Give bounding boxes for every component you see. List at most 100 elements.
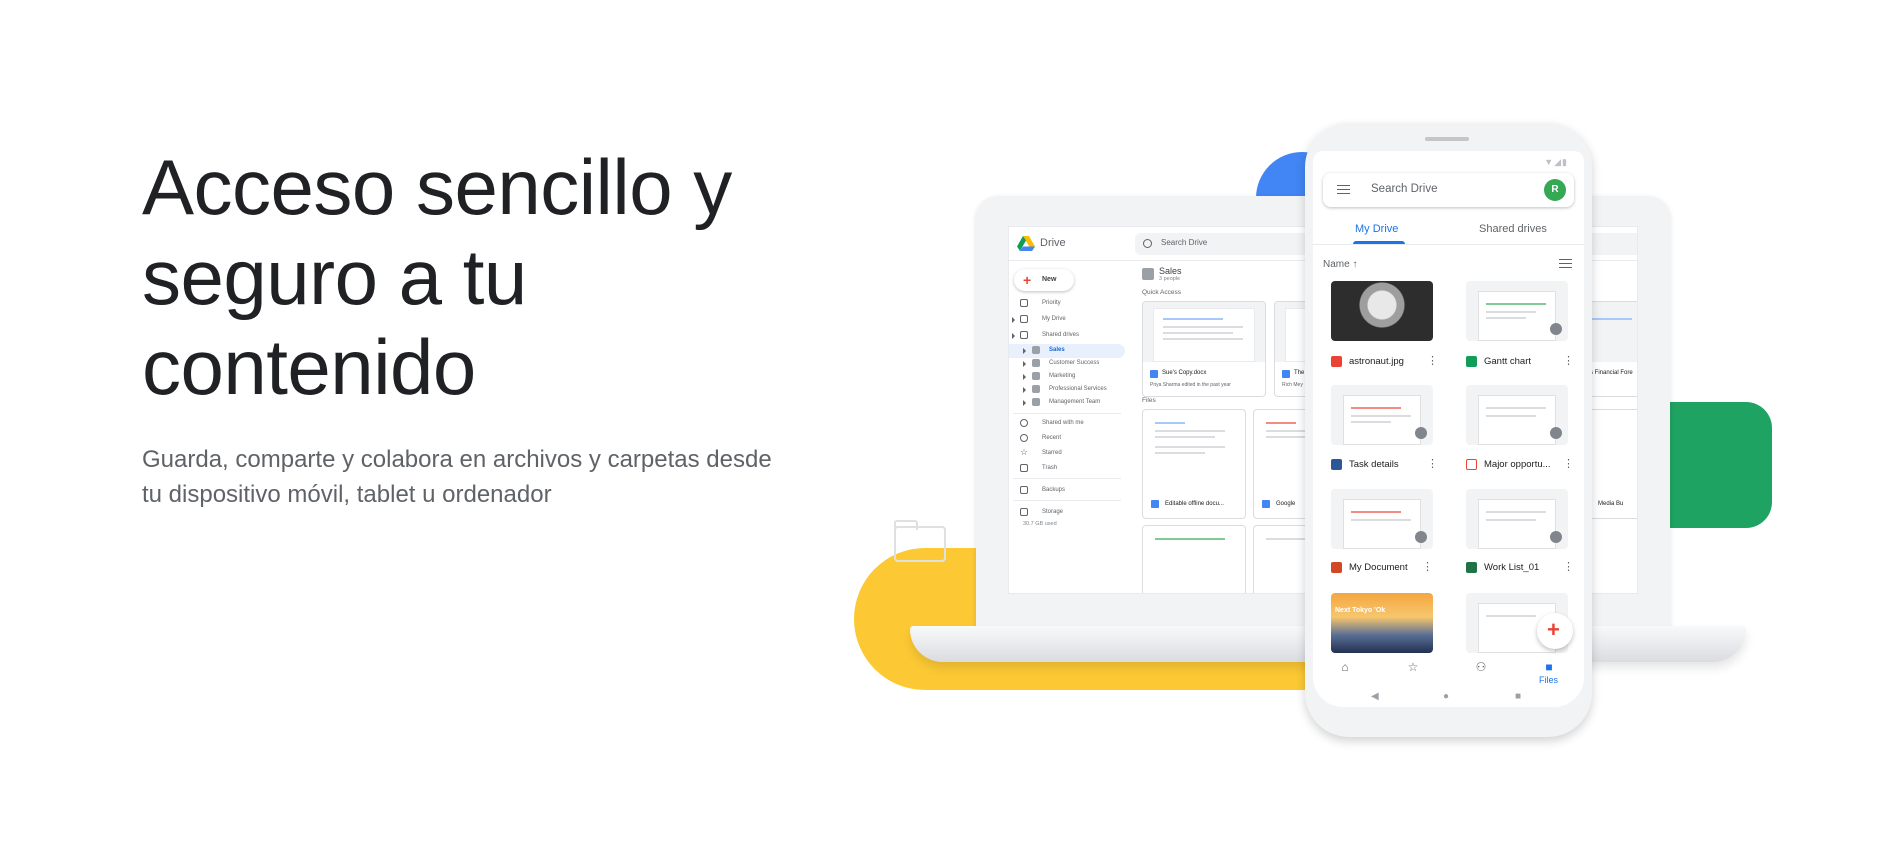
phone-screen: ▼◢▮ Search Drive R My Drive Shared drive… (1313, 151, 1584, 707)
home-icon[interactable]: ⌂ (1335, 660, 1355, 674)
nav-files-label[interactable]: Files (1539, 675, 1558, 685)
nav-label: Sales (1049, 347, 1065, 353)
nav-label: Storage (1042, 509, 1064, 515)
plus-icon: + (1547, 617, 1560, 642)
tab-divider (1313, 244, 1584, 245)
sort-by-name[interactable]: Name ↑ (1323, 259, 1357, 270)
folder-icon[interactable]: ■ (1539, 660, 1559, 674)
tab-shared-drives[interactable]: Shared drives (1479, 223, 1547, 235)
phone-illustration: ▼◢▮ Search Drive R My Drive Shared drive… (1305, 123, 1592, 737)
files-label: Files (1142, 397, 1156, 404)
more-options-icon[interactable] (1422, 560, 1433, 573)
excel-icon (1466, 562, 1477, 573)
folder-title: Sales (1159, 266, 1182, 276)
shared-drive-management-team[interactable]: Management Team (1009, 396, 1125, 410)
file-card[interactable]: Editable offline docu... (1142, 409, 1246, 519)
shared-drive-sales[interactable]: Sales (1009, 344, 1125, 358)
nav-label: Trash (1042, 465, 1058, 471)
nav-label: Starred (1042, 450, 1062, 456)
menu-icon[interactable] (1337, 185, 1350, 194)
system-navigation: ◀ ● ■ (1313, 687, 1584, 707)
shared-drive-icon (1032, 385, 1040, 393)
file-thumbnail-work-list[interactable] (1466, 489, 1568, 549)
decorative-folder-icon (894, 520, 946, 562)
nav-item-backups[interactable]: Backups (1009, 484, 1125, 498)
nav-label: Recent (1042, 435, 1062, 441)
file-thumbnail-astronaut[interactable] (1331, 281, 1433, 341)
status-bar-icons: ▼◢▮ (1544, 157, 1568, 167)
card-title: Sue's Copy.docx (1162, 370, 1207, 376)
file-thumbnail-tokyo[interactable]: Next Tokyo 'Ok (1331, 593, 1433, 653)
clock-icon (1020, 434, 1028, 442)
new-button-label: New (1042, 276, 1057, 283)
hero-subtitle: Guarda, comparte y colabora en archivos … (142, 446, 772, 508)
nav-item-shared-with-me[interactable]: Shared with me (1009, 417, 1125, 431)
star-icon: ☆ (1020, 447, 1029, 457)
drive-search-placeholder: Search Drive (1161, 238, 1208, 247)
back-icon[interactable]: ◀ (1371, 691, 1379, 702)
nav-item-starred[interactable]: ☆ Starred (1009, 447, 1125, 461)
shared-drive-icon (1032, 398, 1040, 406)
card-subtitle: Priya Sharma edited in the past year (1150, 382, 1231, 388)
phone-search-bar[interactable]: Search Drive R (1323, 173, 1574, 207)
shared-drive-customer-success[interactable]: Customer Success (1009, 357, 1125, 371)
file-name: Major opportu... (1484, 459, 1551, 470)
avatar[interactable]: R (1544, 179, 1566, 201)
nav-item-trash[interactable]: Trash (1009, 462, 1125, 476)
shared-drive-professional-services[interactable]: Professional Services (1009, 383, 1125, 397)
nav-divider (1013, 413, 1121, 414)
list-view-icon[interactable] (1559, 259, 1572, 268)
star-icon[interactable]: ☆ (1403, 660, 1423, 674)
nav-item-recent[interactable]: Recent (1009, 432, 1125, 446)
home-button-icon[interactable]: ● (1443, 691, 1449, 702)
file-thumbnail-task-details[interactable] (1331, 385, 1433, 445)
shared-drive-marketing[interactable]: Marketing (1009, 370, 1125, 384)
drive-app-name: Drive (1040, 237, 1066, 249)
file-thumbnail-major-opportunity[interactable] (1466, 385, 1568, 445)
file-name: Task details (1349, 459, 1399, 470)
file-card[interactable] (1142, 525, 1246, 593)
nav-label: Management Team (1049, 399, 1101, 405)
docs-icon (1282, 370, 1290, 378)
card-subtitle: Rich Mey (1282, 382, 1303, 388)
shared-people-icon[interactable]: ⚇ (1471, 660, 1491, 674)
quick-access-card[interactable]: Sue's Copy.docx Priya Sharma edited in t… (1142, 301, 1266, 397)
shared-icon (1415, 531, 1427, 543)
nav-item-shared-drives[interactable]: Shared drives (1009, 329, 1125, 343)
phone-speaker (1425, 137, 1469, 141)
word-icon (1331, 459, 1342, 470)
tab-my-drive[interactable]: My Drive (1355, 223, 1398, 235)
shared-drive-icon (1032, 359, 1040, 367)
more-options-icon[interactable] (1563, 354, 1574, 367)
more-options-icon[interactable] (1427, 354, 1438, 367)
docs-icon (1262, 500, 1270, 508)
card-thumbnail (1143, 302, 1265, 362)
shared-icon (1550, 427, 1562, 439)
folder-subtitle: 3 people (1159, 276, 1181, 282)
nav-item-storage[interactable]: Storage (1009, 506, 1125, 520)
expand-arrow-icon (1023, 374, 1026, 380)
file-thumbnail-gantt[interactable] (1466, 281, 1568, 341)
shared-icon (1550, 531, 1562, 543)
trash-icon (1020, 464, 1028, 472)
expand-arrow-icon (1023, 348, 1026, 354)
nav-label: Backups (1042, 487, 1066, 493)
file-name: Work List_01 (1484, 562, 1540, 573)
more-options-icon[interactable] (1563, 457, 1574, 470)
nav-label: Shared drives (1042, 332, 1080, 338)
more-options-icon[interactable] (1427, 457, 1438, 470)
new-fab-button[interactable]: + (1537, 613, 1573, 649)
nav-item-priority[interactable]: Priority (1009, 297, 1125, 311)
my-drive-icon (1020, 315, 1028, 323)
backups-icon (1020, 486, 1028, 494)
expand-arrow-icon (1023, 361, 1026, 367)
new-button[interactable]: + New (1014, 269, 1074, 291)
file-thumbnail-my-document[interactable] (1331, 489, 1433, 549)
file-name: Gantt chart (1484, 356, 1531, 367)
expand-arrow-icon (1023, 387, 1026, 393)
shared-icon (1415, 427, 1427, 439)
nav-item-my-drive[interactable]: My Drive (1009, 313, 1125, 327)
recents-icon[interactable]: ■ (1515, 691, 1521, 702)
docs-icon (1151, 500, 1159, 508)
more-options-icon[interactable] (1563, 560, 1574, 573)
